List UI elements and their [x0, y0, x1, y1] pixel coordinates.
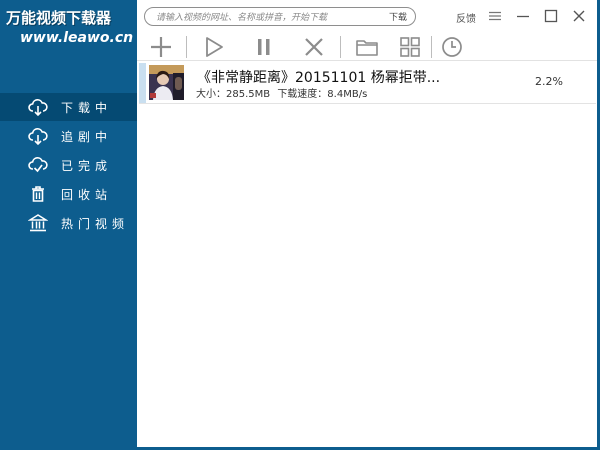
minimize-icon[interactable] — [516, 9, 530, 23]
search-bar[interactable]: 请输入视频的网址、名称或拼音，开始下载 下载 — [144, 7, 416, 26]
sidebar-item-label: 已完成 — [61, 159, 113, 173]
add-icon[interactable] — [150, 36, 172, 58]
download-item[interactable]: 《非常静距离》20151101 杨幂拒带... 大小：285.5MB 下载速度：… — [139, 63, 596, 104]
sidebar-item-label: 回收站 — [61, 188, 113, 202]
download-info: 大小：285.5MB 下载速度：8.4MB/s — [196, 85, 371, 100]
cloud-check-icon — [28, 155, 48, 175]
maximize-icon[interactable] — [544, 9, 558, 23]
sidebar-item-popular-videos[interactable]: 热门视频 — [0, 209, 137, 237]
sidebar-nav: 下载中 追剧中 已完成 回收站 热门视频 — [0, 93, 137, 238]
trash-icon — [28, 184, 48, 204]
app-url: www.leawo.cn — [20, 30, 134, 46]
video-thumbnail — [149, 65, 184, 100]
file-size: 大小：285.5MB — [196, 89, 271, 100]
toolbar-separator — [186, 36, 187, 58]
delete-icon[interactable] — [303, 36, 325, 58]
sidebar-item-completed[interactable]: 已完成 — [0, 151, 137, 179]
download-progress: 2.2% — [535, 75, 563, 88]
toolbar-divider — [137, 60, 600, 61]
play-icon[interactable] — [203, 36, 225, 58]
cloud-download-icon — [28, 126, 48, 146]
app-title: 万能视频下载器 — [6, 9, 112, 27]
menu-icon[interactable] — [488, 9, 502, 23]
sidebar-item-downloading[interactable]: 下载中 — [0, 93, 137, 121]
app-window: 万能视频下载器 www.leawo.cn 下载中 追剧中 已完成 回收站 热门视… — [0, 0, 600, 450]
sidebar-item-label: 追剧中 — [61, 130, 113, 144]
sidebar-item-label: 下载中 — [61, 101, 113, 115]
toolbar-separator — [340, 36, 341, 58]
cloud-download-icon — [28, 97, 48, 117]
sidebar: 万能视频下载器 www.leawo.cn 下载中 追剧中 已完成 回收站 热门视… — [0, 0, 137, 450]
download-button[interactable]: 下载 — [389, 10, 407, 23]
folder-icon[interactable] — [355, 36, 379, 58]
search-input[interactable]: 请输入视频的网址、名称或拼音，开始下载 — [156, 10, 327, 23]
clock-icon[interactable] — [441, 36, 463, 58]
row-selection-marker — [139, 63, 146, 103]
grid-icon[interactable] — [399, 36, 421, 58]
download-speed: 下载速度：8.4MB/s — [277, 89, 368, 100]
sidebar-item-label: 热门视频 — [61, 217, 130, 231]
toolbar-separator — [431, 36, 432, 58]
sidebar-item-recycle-bin[interactable]: 回收站 — [0, 180, 137, 208]
feedback-link[interactable]: 反馈 — [456, 10, 476, 25]
pause-icon[interactable] — [253, 36, 275, 58]
close-icon[interactable] — [572, 9, 586, 23]
download-title: 《非常静距离》20151101 杨幂拒带... — [197, 70, 441, 86]
sidebar-item-following[interactable]: 追剧中 — [0, 122, 137, 150]
temple-icon — [27, 213, 49, 233]
